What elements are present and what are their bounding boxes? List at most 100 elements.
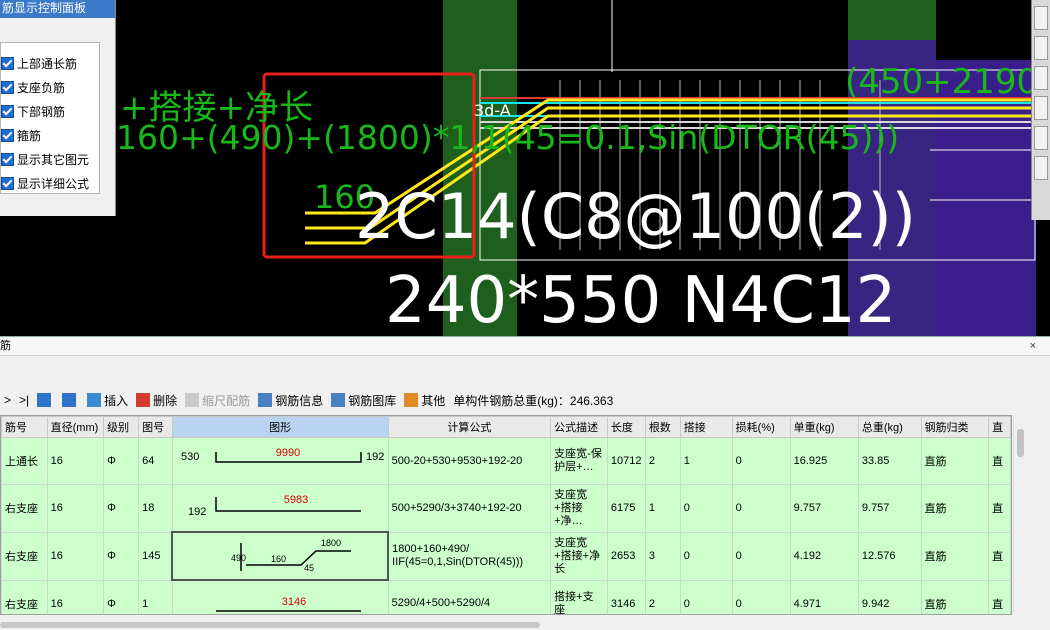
- cell-grade[interactable]: Φ: [103, 484, 140, 533]
- cell-extra[interactable]: 直: [988, 484, 1011, 533]
- cell-lap[interactable]: 1: [679, 437, 733, 485]
- cell-count[interactable]: 1: [644, 484, 681, 533]
- checkbox[interactable]: [1, 56, 14, 70]
- col-loss[interactable]: 损耗(%): [731, 416, 791, 438]
- cell-shape[interactable]: 192 5983: [171, 484, 389, 533]
- tool-button[interactable]: [1034, 66, 1048, 90]
- cell-formula[interactable]: 500-20+530+9530+192-20: [387, 437, 552, 485]
- cell-unit-weight[interactable]: 4.971: [789, 579, 859, 614]
- table-row[interactable]: 上通长 16 Φ 64 530 9990 192 500-20+530+9530+192-20…: [1, 437, 1011, 485]
- cell-loss[interactable]: 0: [731, 579, 791, 614]
- cell-count[interactable]: 2: [644, 437, 681, 485]
- cell-unit-weight[interactable]: 4.192: [789, 531, 859, 581]
- col-category[interactable]: 钢筋归类: [920, 416, 990, 438]
- checkbox[interactable]: [1, 128, 14, 142]
- cell-loss[interactable]: 0: [731, 437, 791, 485]
- tool-button[interactable]: [1034, 96, 1048, 120]
- move-down-button[interactable]: [62, 393, 79, 407]
- checkbox[interactable]: [1, 80, 14, 94]
- cell-category[interactable]: 直筋: [920, 437, 990, 485]
- col-desc[interactable]: 公式描述: [550, 416, 608, 438]
- table-row[interactable]: 右支座 16 Φ 1 3146 5290/4+500+5290/4 搭接+支座 3146 2 0 0…: [1, 579, 1011, 614]
- cell-total-weight[interactable]: 9.757: [857, 484, 922, 533]
- checkbox[interactable]: [1, 152, 14, 166]
- cell-length[interactable]: 10712: [606, 437, 646, 485]
- cell-fig[interactable]: 64: [138, 437, 173, 485]
- cell-desc[interactable]: 支座宽-保护层+…: [550, 437, 608, 485]
- cell-bar-no[interactable]: 右支座: [1, 531, 48, 581]
- cell-extra[interactable]: 直: [988, 579, 1011, 614]
- cell-count[interactable]: 2: [644, 579, 681, 614]
- cell-grade[interactable]: Φ: [103, 437, 140, 485]
- cell-grade[interactable]: Φ: [103, 579, 140, 614]
- cell-diameter[interactable]: 16: [46, 579, 105, 614]
- cell-shape[interactable]: 530 9990 192: [171, 437, 389, 485]
- scale-rebar-button[interactable]: 缩尺配筋: [185, 392, 250, 409]
- cell-unit-weight[interactable]: 16.925: [789, 437, 859, 485]
- cell-lap[interactable]: 0: [679, 579, 733, 614]
- col-grade[interactable]: 级别: [103, 416, 140, 438]
- cell-unit-weight[interactable]: 9.757: [789, 484, 859, 533]
- cell-grade[interactable]: Φ: [103, 531, 140, 581]
- cell-formula[interactable]: 500+5290/3+3740+192-20: [387, 484, 552, 533]
- cad-canvas[interactable]: +搭接+净长 160+(490)+(1800)*1,1(45=0.1,Sin(D…: [0, 0, 1050, 340]
- tool-button[interactable]: [1034, 36, 1048, 60]
- checkbox[interactable]: [1, 176, 14, 190]
- col-total-weight[interactable]: 总重(kg): [857, 416, 922, 438]
- cell-fig[interactable]: 18: [138, 484, 173, 533]
- col-count[interactable]: 根数: [644, 416, 681, 438]
- cell-shape[interactable]: 3146: [171, 579, 389, 614]
- vertical-scrollbar[interactable]: [1013, 415, 1028, 613]
- cell-category[interactable]: 直筋: [920, 531, 990, 581]
- col-formula[interactable]: 计算公式: [387, 416, 552, 438]
- option-row[interactable]: 箍筋: [1, 123, 99, 147]
- option-row[interactable]: 显示详细公式: [1, 171, 99, 195]
- rebar-library-button[interactable]: 钢筋图库: [331, 392, 396, 409]
- option-row[interactable]: 支座负筋: [1, 75, 99, 99]
- table-row[interactable]: 右支座 16 Φ 18 192 5983 500+5290/3+3740+192-20 支座宽…: [1, 484, 1011, 533]
- tool-button[interactable]: [1034, 156, 1048, 180]
- cell-length[interactable]: 3146: [606, 579, 646, 614]
- cell-total-weight[interactable]: 9.942: [857, 579, 922, 614]
- option-row[interactable]: 显示其它图元: [1, 147, 99, 171]
- scroll-thumb[interactable]: [1017, 429, 1024, 457]
- cell-category[interactable]: 直筋: [920, 579, 990, 614]
- rebar-info-button[interactable]: 钢筋信息: [258, 392, 323, 409]
- cell-desc[interactable]: 搭接+支座: [550, 579, 608, 614]
- cell-count[interactable]: 3: [644, 531, 681, 581]
- col-shape[interactable]: 图形: [171, 416, 389, 438]
- cell-total-weight[interactable]: 33.85: [857, 437, 922, 485]
- option-row[interactable]: 下部钢筋: [1, 99, 99, 123]
- tool-button[interactable]: [1034, 126, 1048, 150]
- other-button[interactable]: 其他: [404, 392, 445, 409]
- col-extra[interactable]: 直: [988, 416, 1011, 438]
- cell-desc[interactable]: 支座宽+搭接+净长: [550, 531, 608, 581]
- cell-fig[interactable]: 145: [138, 531, 173, 581]
- cell-category[interactable]: 直筋: [920, 484, 990, 533]
- table-row[interactable]: 右支座 16 Φ 145 490 160 1800 45 1800+160+490/ IIF(4…: [1, 531, 1011, 581]
- cell-total-weight[interactable]: 12.576: [857, 531, 922, 581]
- nav-last-button[interactable]: >|: [19, 393, 29, 407]
- cell-diameter[interactable]: 16: [46, 531, 105, 581]
- move-up-button[interactable]: [37, 393, 54, 407]
- cell-lap[interactable]: 0: [679, 484, 733, 533]
- cell-shape[interactable]: 490 160 1800 45: [171, 531, 390, 581]
- cell-extra[interactable]: 直: [988, 437, 1011, 485]
- col-fig[interactable]: 图号: [138, 416, 173, 438]
- cell-formula[interactable]: 1800+160+490/ IIF(45=0,1,Sin(DTOR(45))): [387, 531, 552, 581]
- cell-bar-no[interactable]: 右支座: [1, 484, 48, 533]
- cell-loss[interactable]: 0: [731, 531, 791, 581]
- cell-diameter[interactable]: 16: [46, 437, 105, 485]
- cell-desc[interactable]: 支座宽+搭接+净…: [550, 484, 608, 533]
- checkbox[interactable]: [1, 104, 14, 118]
- cell-length[interactable]: 6175: [606, 484, 646, 533]
- nav-next-button[interactable]: >: [4, 393, 11, 407]
- cell-lap[interactable]: 0: [679, 531, 733, 581]
- cell-bar-no[interactable]: 右支座: [1, 579, 48, 614]
- col-bar-no[interactable]: 筋号: [1, 416, 48, 438]
- cell-length[interactable]: 2653: [606, 531, 646, 581]
- col-length[interactable]: 长度: [606, 416, 646, 438]
- close-icon[interactable]: ×: [1030, 337, 1036, 355]
- horizontal-scrollbar[interactable]: [0, 622, 540, 628]
- cell-fig[interactable]: 1: [138, 579, 173, 614]
